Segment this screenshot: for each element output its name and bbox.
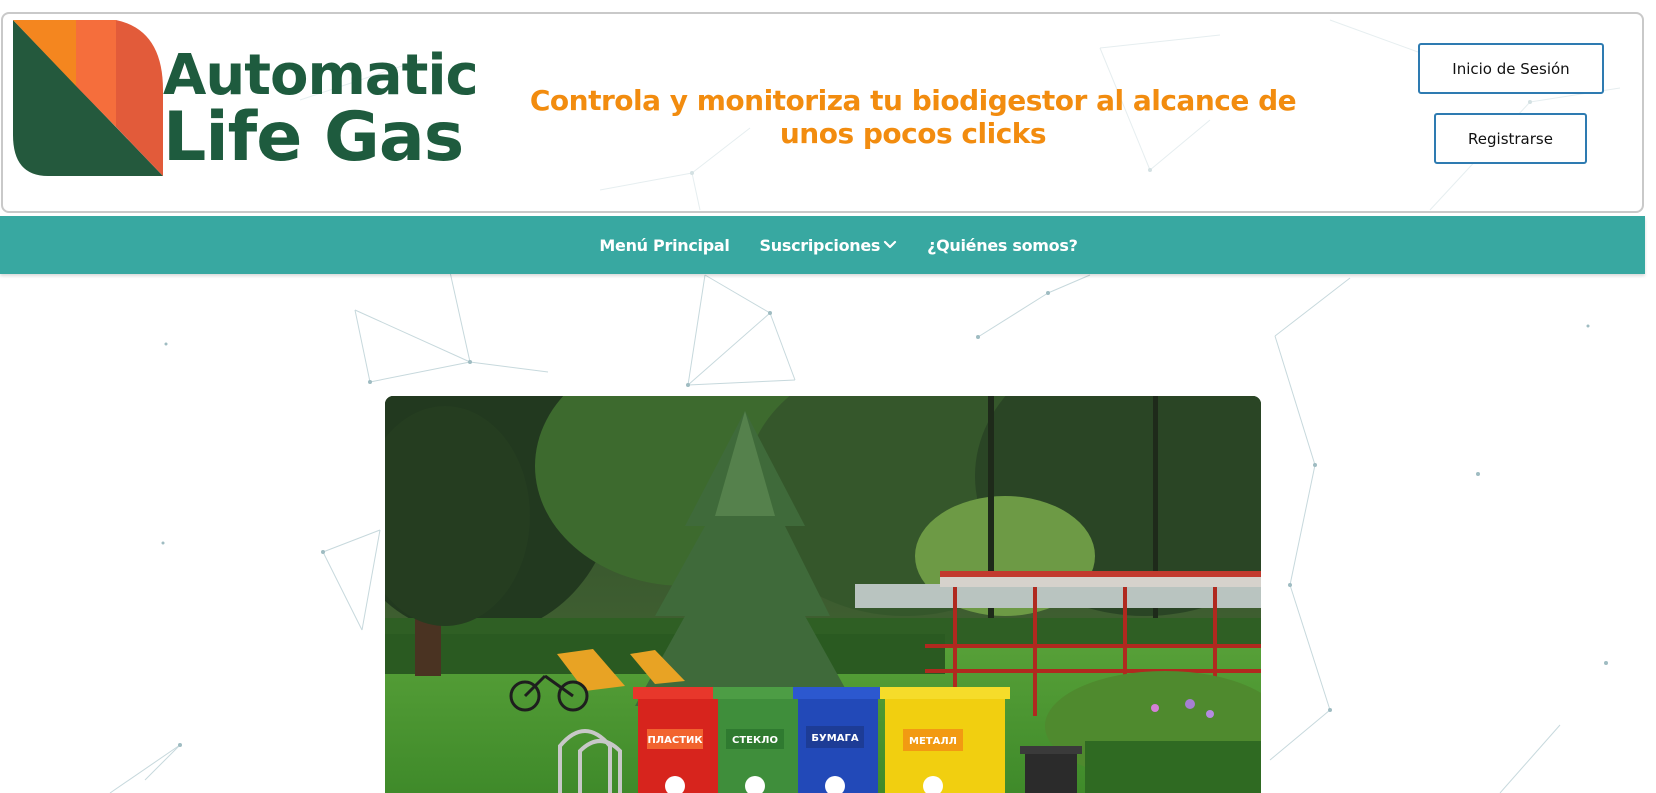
main-navbar: Menú Principal Suscripciones ¿Quiénes so…: [0, 216, 1645, 274]
login-button[interactable]: Inicio de Sesión: [1418, 43, 1604, 94]
nav-item-main-menu[interactable]: Menú Principal: [599, 236, 729, 255]
nav-item-label: Menú Principal: [599, 235, 730, 255]
nav-items: Menú Principal Suscripciones ¿Quiénes so…: [599, 236, 1077, 255]
bin-label-paper: БУМАГА: [811, 733, 858, 744]
leaf-logo-icon: [13, 20, 163, 176]
brand-name-line2: Life Gas: [163, 98, 464, 177]
register-button[interactable]: Registrarse: [1434, 113, 1587, 164]
recycling-bins: ПЛАСТИК СТЕКЛО БУМАГА МЕТАЛЛ: [633, 687, 1010, 793]
hero-image: ПЛАСТИК СТЕКЛО БУМАГА МЕТАЛЛ: [385, 396, 1261, 793]
page: Automatic Life Gas Controla y monitoriza…: [0, 0, 1656, 793]
bin-label-glass: СТЕКЛО: [732, 735, 778, 746]
brand-logo[interactable]: Automatic Life Gas: [13, 20, 483, 188]
recycling-bins-park-photo: ПЛАСТИК СТЕКЛО БУМАГА МЕТАЛЛ: [385, 396, 1261, 793]
chevron-down-icon: [884, 240, 897, 249]
nav-item-about-us[interactable]: ¿Quiénes somos?: [927, 235, 1078, 255]
brand-name: Automatic Life Gas: [163, 43, 479, 177]
site-header: Automatic Life Gas Controla y monitoriza…: [1, 12, 1644, 213]
bin-label-metal: МЕТАЛЛ: [909, 736, 957, 747]
brand-name-line1: Automatic: [163, 43, 479, 108]
nav-item-label: Suscripciones: [759, 235, 881, 255]
bin-label-plastic: ПЛАСТИК: [647, 735, 703, 746]
nav-item-subscriptions[interactable]: Suscripciones: [760, 236, 898, 255]
nav-item-label: ¿Quiénes somos?: [927, 235, 1078, 255]
header-tagline: Controla y monitoriza tu biodigestor al …: [529, 84, 1297, 150]
